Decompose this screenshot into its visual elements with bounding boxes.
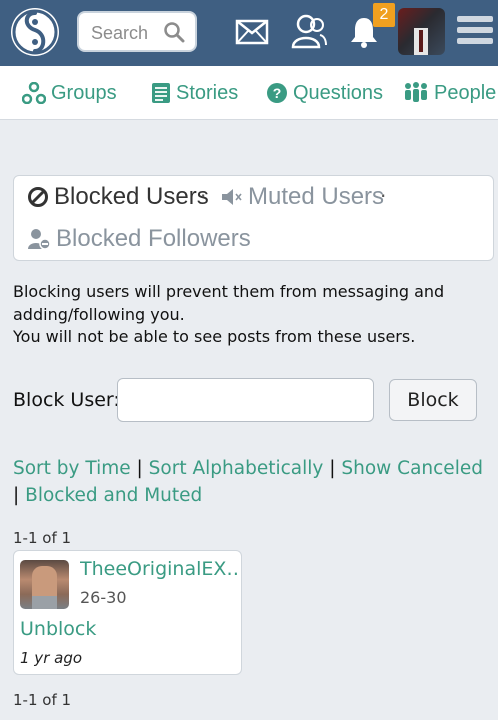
pagination-count-top: 1-1 of 1: [13, 529, 72, 547]
nav-item-label: Stories: [176, 81, 239, 104]
nav-item-label: Groups: [51, 81, 117, 104]
svg-text:?: ?: [273, 85, 282, 101]
messages-icon[interactable]: [235, 19, 269, 45]
blocked-user-age: 26-30: [80, 588, 127, 607]
sort-divider: |: [329, 458, 336, 479]
nav-item-label: Questions: [293, 81, 384, 104]
stories-icon: [152, 83, 170, 103]
block-button[interactable]: Block: [389, 379, 477, 421]
search-icon[interactable]: [163, 21, 185, 43]
user-avatar[interactable]: [398, 8, 445, 55]
block-user-input[interactable]: [117, 378, 374, 422]
remove-follower-icon: [28, 229, 51, 250]
top-bar: Search 2: [0, 0, 498, 66]
search-input[interactable]: Search: [91, 23, 148, 44]
block-user-label: Block User:: [13, 389, 120, 411]
search-box[interactable]: Search: [77, 11, 197, 52]
unblock-link[interactable]: Unblock: [20, 618, 96, 640]
menu-hamburger-icon[interactable]: [456, 14, 494, 47]
show-canceled-link[interactable]: Show Canceled: [341, 458, 483, 479]
sort-divider: |: [136, 458, 143, 479]
nav-item-label: People: [434, 81, 497, 104]
block-icon: [28, 187, 48, 207]
tab-blocked-followers[interactable]: Blocked Followers: [27, 225, 251, 253]
sort-options: Sort by Time | Sort Alphabetically | Sho…: [13, 455, 491, 509]
tab-label: Blocked Followers: [56, 225, 251, 252]
people-icon: [405, 82, 427, 102]
blocked-user-card: TheeOriginalEX… 26-30 Unblock 1 yr ago: [13, 550, 242, 675]
sort-alphabetically-link[interactable]: Sort Alphabetically: [149, 458, 324, 479]
block-tabs: Blocked Users · Muted Users · Blocked Fo…: [13, 175, 494, 261]
groups-icon: [22, 82, 46, 104]
nav-item-questions[interactable]: ? Questions: [266, 80, 383, 106]
blocked-and-muted-link[interactable]: Blocked and Muted: [25, 485, 202, 506]
sort-divider: |: [13, 485, 20, 506]
main-nav: Groups Stories ? Questions People: [0, 66, 498, 120]
nav-item-people[interactable]: People: [403, 80, 496, 106]
friends-icon[interactable]: [290, 13, 328, 49]
tab-muted-users[interactable]: Muted Users: [221, 183, 384, 211]
description-line: Blocking users will prevent them from me…: [13, 282, 445, 324]
tab-separator: ·: [380, 184, 387, 208]
questions-icon: ?: [267, 83, 287, 103]
tab-separator: ·: [200, 184, 207, 208]
logo-icon: [12, 9, 58, 55]
nav-item-stories[interactable]: Stories: [151, 80, 238, 106]
site-logo[interactable]: [11, 8, 59, 56]
sort-by-time-link[interactable]: Sort by Time: [13, 458, 131, 479]
tab-label: Blocked Users: [54, 183, 209, 210]
pagination-count-bottom: 1-1 of 1: [13, 691, 72, 709]
notification-badge[interactable]: 2: [373, 3, 395, 27]
tab-blocked-users[interactable]: Blocked Users: [27, 183, 209, 211]
nav-item-groups[interactable]: Groups: [22, 80, 117, 106]
blocked-user-name[interactable]: TheeOriginalEX…: [80, 558, 240, 580]
block-description: Blocking users will prevent them from me…: [13, 281, 488, 349]
mute-icon: [222, 189, 242, 205]
blocked-user-avatar[interactable]: [20, 560, 69, 609]
blocked-time-ago: 1 yr ago: [20, 649, 83, 667]
description-line: You will not be able to see posts from t…: [13, 327, 416, 346]
tab-label: Muted Users: [248, 183, 385, 210]
